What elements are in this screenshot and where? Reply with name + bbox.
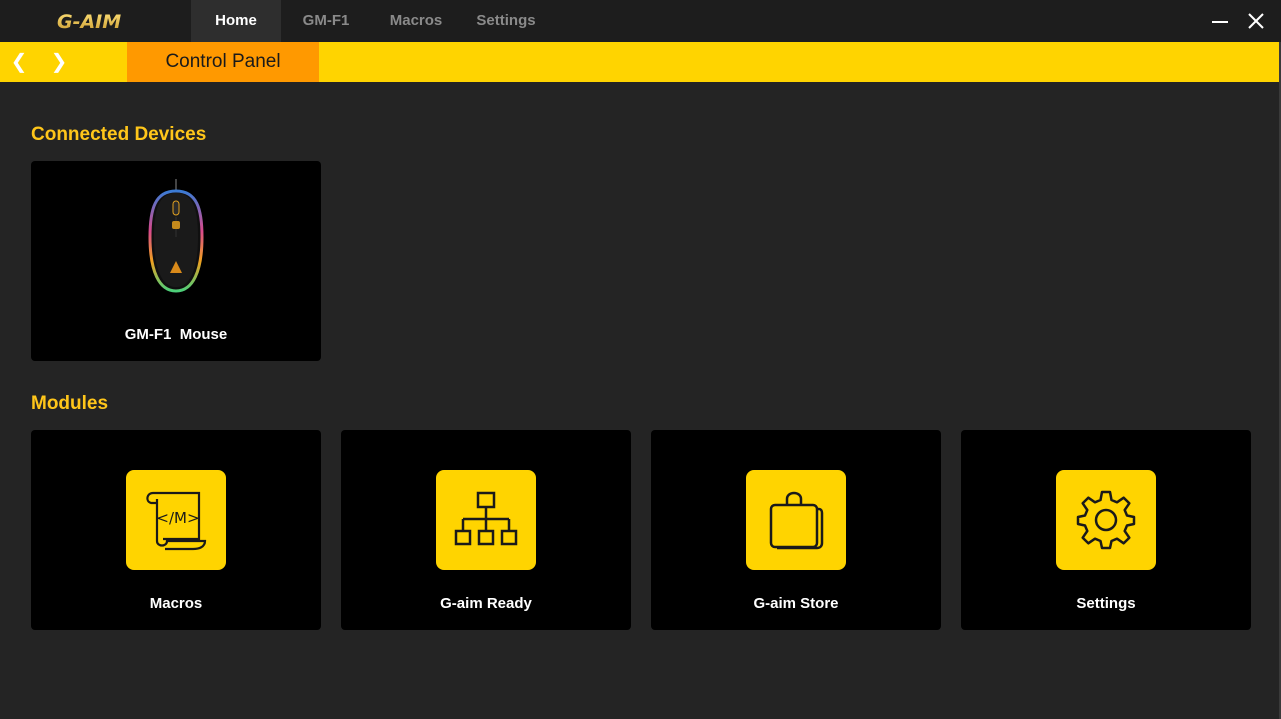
module-label: Settings bbox=[1076, 595, 1136, 612]
shopping-bag-icon bbox=[769, 491, 824, 550]
macro-icon-tile: </M> bbox=[126, 470, 226, 570]
module-card-g-aim-store[interactable]: G-aim Store bbox=[651, 430, 941, 630]
g-aim-logo: G-AIM bbox=[57, 11, 121, 33]
module-label: Macros bbox=[149, 595, 203, 612]
module-label: G-aim Ready bbox=[440, 595, 532, 612]
forward-arrow-icon[interactable]: ❯ bbox=[46, 42, 72, 82]
close-button[interactable] bbox=[1243, 8, 1269, 34]
tab-gm-f1[interactable]: GM-F1 bbox=[289, 0, 363, 42]
device-label: GM-F1 Mouse bbox=[124, 326, 228, 343]
settings-icon-tile bbox=[1056, 470, 1156, 570]
device-card-gm-f1[interactable]: GM-F1 Mouse bbox=[31, 161, 321, 361]
back-arrow-icon[interactable]: ❮ bbox=[6, 42, 32, 82]
g-aim-store-icon-tile bbox=[746, 470, 846, 570]
sub-navigation-bar: ❮ ❯ Control Panel bbox=[0, 42, 1281, 82]
tab-home[interactable]: Home bbox=[191, 0, 281, 42]
g-aim-ready-icon-tile bbox=[436, 470, 536, 570]
minimize-icon bbox=[1212, 21, 1228, 23]
control-panel-tab[interactable]: Control Panel bbox=[127, 42, 319, 82]
module-card-macros[interactable]: </M> Macros bbox=[31, 430, 321, 630]
module-card-settings[interactable]: Settings bbox=[961, 430, 1251, 630]
svg-text:G-AIM: G-AIM bbox=[57, 11, 121, 33]
svg-text:</M>: </M> bbox=[156, 509, 199, 527]
mouse-image bbox=[148, 179, 204, 293]
modules-title: Modules bbox=[31, 393, 109, 414]
tab-settings[interactable]: Settings bbox=[466, 0, 546, 42]
connected-devices-title: Connected Devices bbox=[31, 124, 207, 145]
close-icon bbox=[1248, 13, 1264, 29]
module-label: G-aim Store bbox=[753, 595, 839, 612]
tab-macros[interactable]: Macros bbox=[378, 0, 454, 42]
network-hierarchy-icon bbox=[454, 491, 518, 546]
macro-scroll-icon: </M> bbox=[146, 491, 207, 551]
minimize-button[interactable] bbox=[1207, 8, 1233, 34]
module-card-g-aim-ready[interactable]: G-aim Ready bbox=[341, 430, 631, 630]
gear-icon bbox=[1076, 490, 1136, 550]
title-bar: G-AIM Home GM-F1 Macros Settings bbox=[0, 0, 1281, 42]
